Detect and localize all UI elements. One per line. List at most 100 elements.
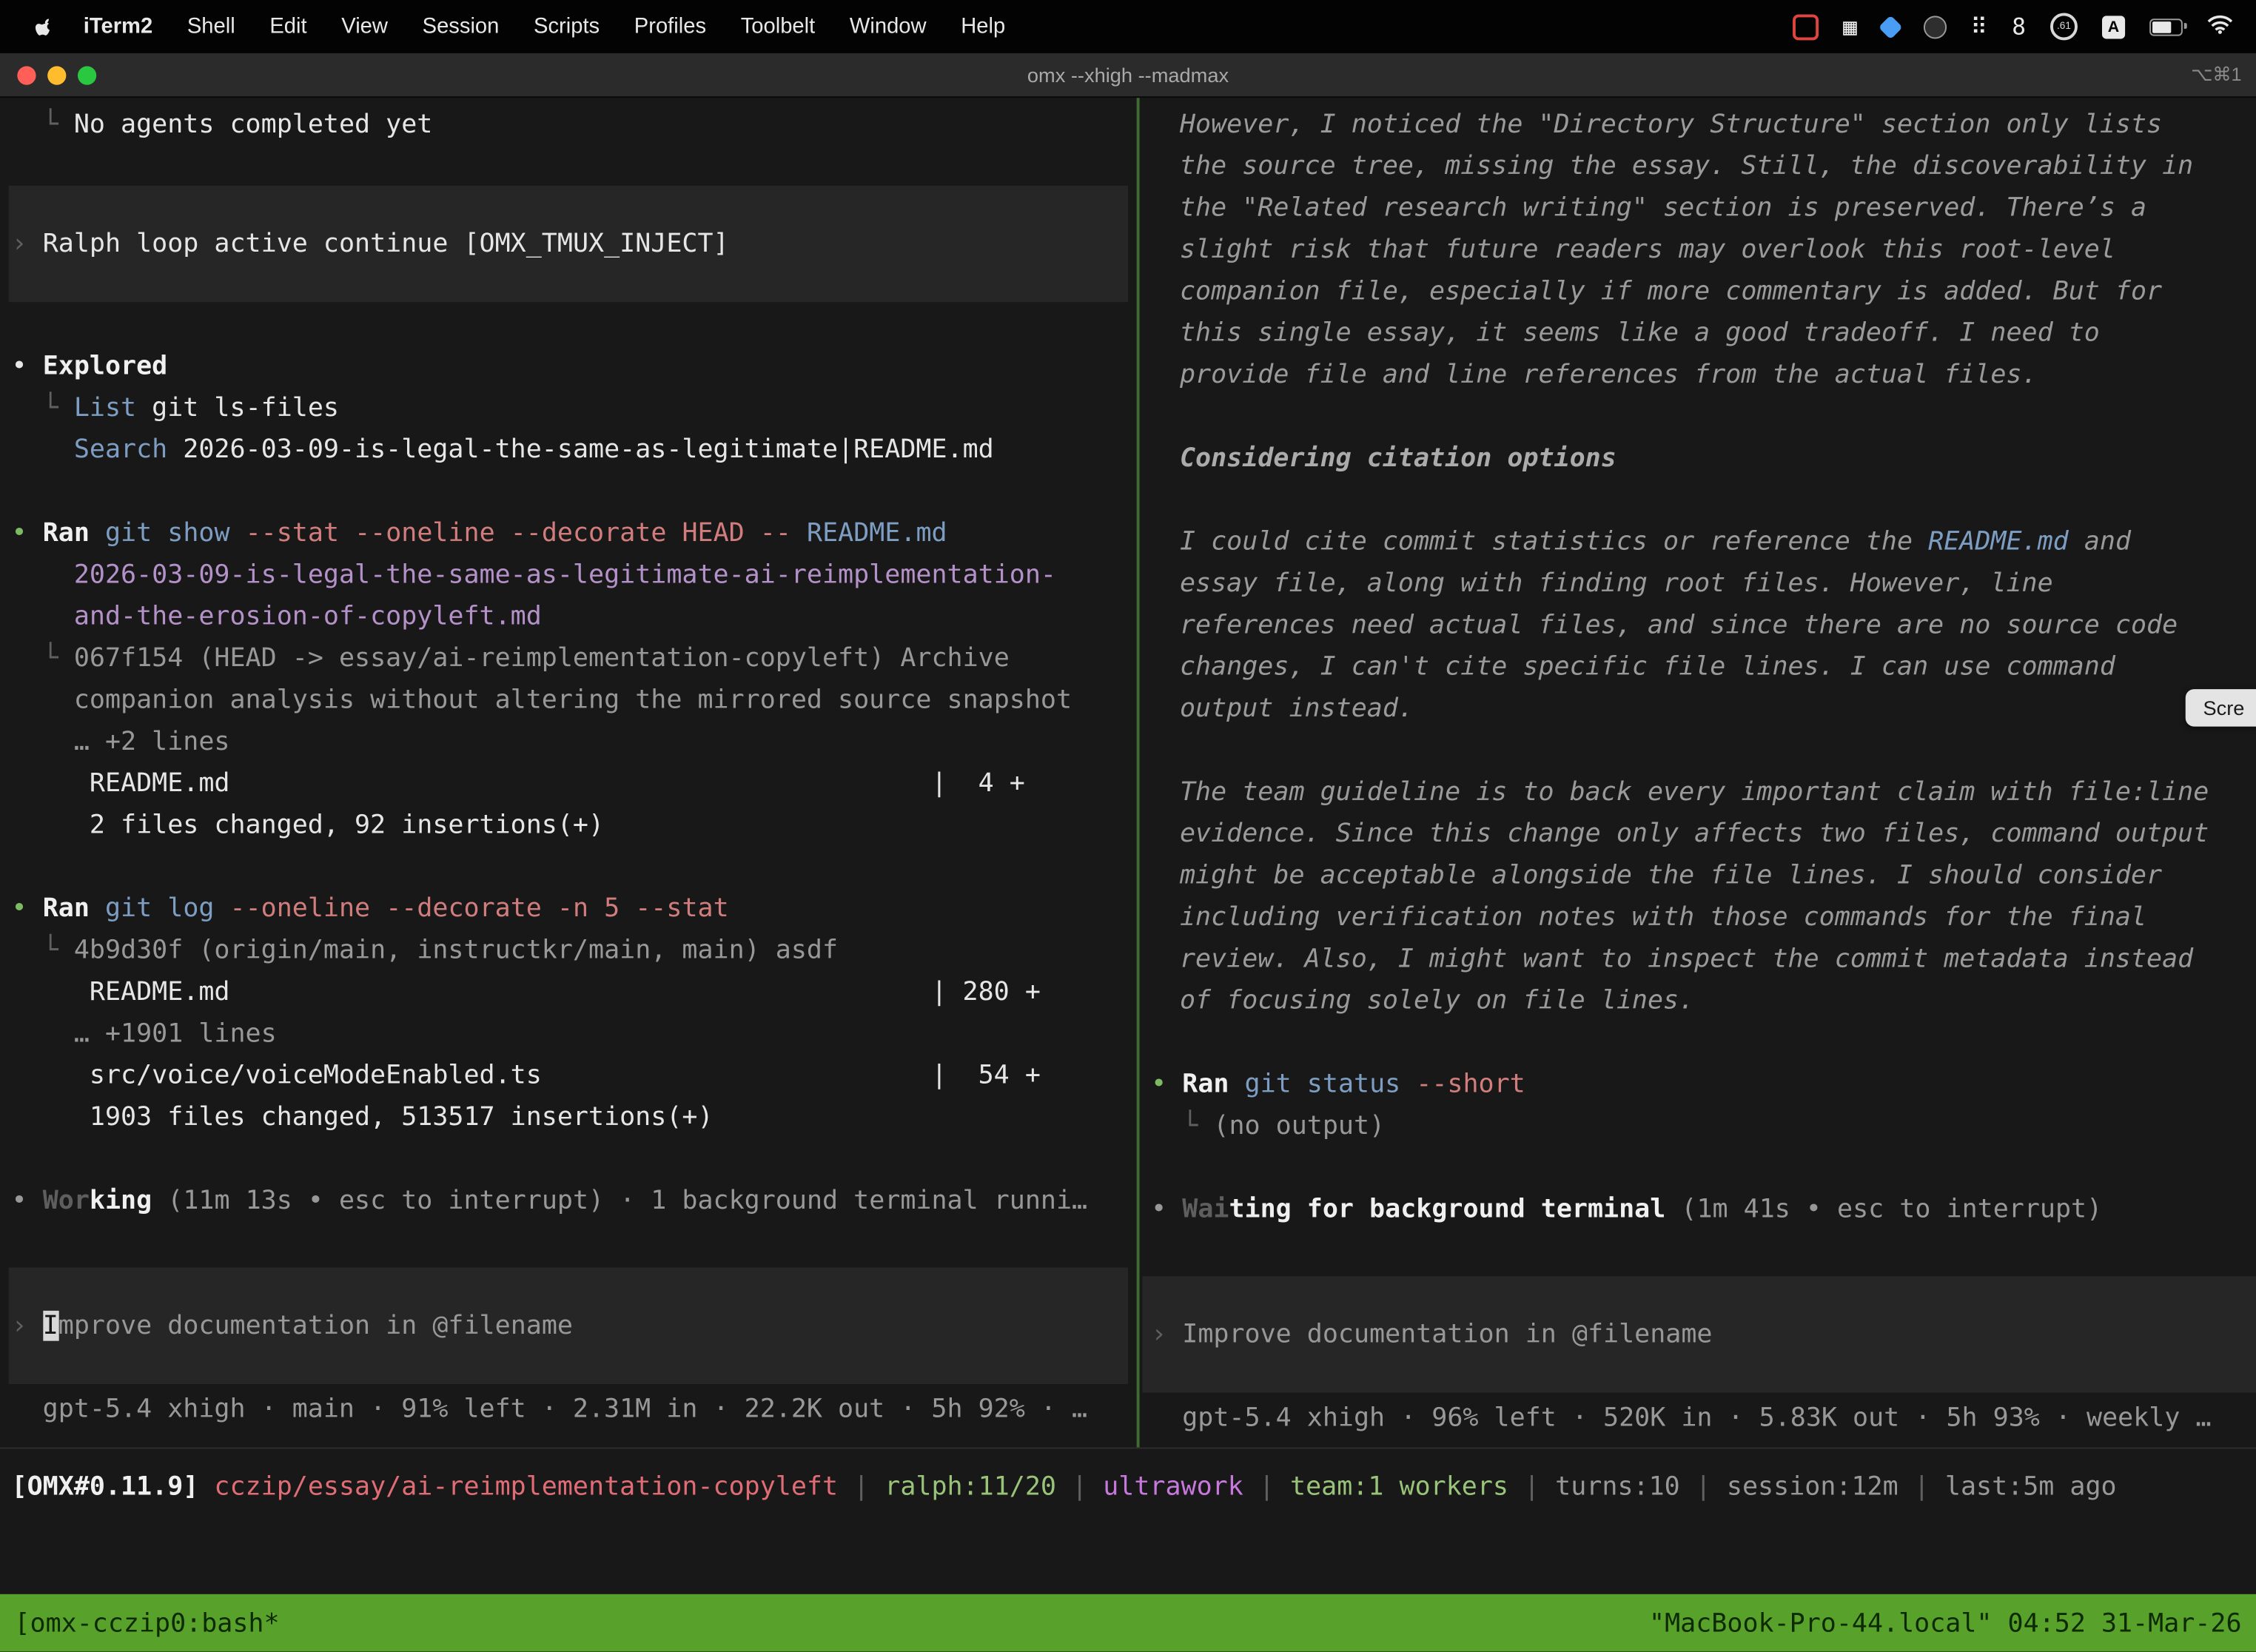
terminal-line: 2 files changed, 92 insertions(+) [12,805,1137,846]
input-source-icon[interactable]: A [2102,15,2125,38]
battery-icon[interactable] [2149,18,2183,35]
text-segment: Wor [43,1186,90,1216]
grid-icon[interactable]: ▦ [1843,13,1857,40]
dots-grid-icon[interactable]: ⠿ [1970,13,1987,40]
terminal-line: companion analysis without altering the … [12,679,1137,721]
menu-item-window[interactable]: Window [833,14,944,38]
text-segment: ralph:11/20 [884,1472,1056,1502]
tmux-session-label: [omx-cczip0:bash* [14,1602,279,1644]
terminal-line: output instead. [1151,688,2256,729]
text-segment: might be acceptable alongside the file l… [1180,860,2162,890]
text-segment: Ran [1182,1069,1244,1099]
text-segment: | [1508,1472,1555,1502]
minimize-button[interactable] [47,65,66,84]
terminal-line: README.md | 4 + [12,762,1137,804]
cpu-gauge-icon[interactable]: .61 [2050,13,2078,40]
text-segment: However, I noticed the "Directory Struct… [1180,110,2162,140]
left-terminal-pane[interactable]: └ No agents completed yet› Ralph loop ac… [0,98,1137,1447]
text-segment: I could cite commit statistics or refere… [1180,526,1928,557]
text-segment: I [43,1311,58,1341]
terminal-line: provide file and line references from th… [1151,354,2256,395]
text-segment: 067f154 (HEAD -> essay/ai-reimplementati… [74,643,1010,674]
text-segment: • [12,351,43,381]
text-segment: slight risk that future readers may over… [1180,235,2115,265]
menu-item-iterm2[interactable]: iTerm2 [66,14,169,38]
text-segment: … +2 lines [12,727,230,757]
text-segment: gpt-5.4 xhigh · 96% left · 520K in · 5.8… [1151,1403,2211,1433]
text-segment [12,685,74,715]
text-segment: Ralph loop active continue [OMX_TMUX_INJ… [43,229,729,259]
prompt-input[interactable]: › Ralph loop active continue [OMX_TMUX_I… [9,186,1128,302]
menu-item-view[interactable]: View [324,14,405,38]
terminal-line: … +1901 lines [12,1013,1137,1054]
text-segment [12,434,74,465]
macos-menu-bar: iTerm2ShellEditViewSessionScriptsProfile… [0,0,2256,53]
zoom-button[interactable] [78,65,96,84]
text-segment: The team guideline is to back every impo… [1180,777,2209,807]
text-segment: (11m 13s • esc to interrupt) · 1 backgro… [167,1186,1087,1216]
terminal-line: and-the-erosion-of-copyleft.md [12,596,1137,637]
menu-items: iTerm2ShellEditViewSessionScriptsProfile… [0,14,1023,38]
menu-item-session[interactable]: Session [405,14,516,38]
terminal-line: the source tree, missing the essay. Stil… [1151,145,2256,187]
wifi-icon[interactable] [2207,13,2233,39]
text-segment: this single essay, it seems like a good … [1180,318,2100,349]
terminal-line: • Explored [12,346,1137,387]
tmux-status-bar: [omx-cczip0:bash* "MacBook-Pro-44.local"… [0,1594,2256,1652]
bottom-spacer [0,1528,2256,1594]
terminal-line: └ 067f154 (HEAD -> essay/ai-reimplementa… [12,637,1137,679]
text-segment: --oneline --decorate -n 5 --stat [230,893,729,924]
text-segment: cczip/essay/ai-reimplementation-copyleft [214,1472,838,1502]
text-segment: mprove documentation in @filename [58,1311,573,1341]
terminal-line: gpt-5.4 xhigh · main · 91% left · 2.31M … [12,1389,1137,1430]
text-segment: 2026-03-09-is-legal-the-same-as-legitima… [183,434,993,465]
keypad-icon[interactable]: 8 [2012,13,2026,40]
screen-recording-icon[interactable] [1793,13,1819,39]
text-segment: HEAD -- [682,518,807,548]
text-segment: | [1680,1472,1727,1502]
menu-item-help[interactable]: Help [944,14,1023,38]
terminal-line: Considering citation options [1151,437,2256,479]
text-segment: └ [12,936,74,966]
menu-item-profiles[interactable]: Profiles [617,14,723,38]
text-segment: › [12,229,43,259]
prompt-input[interactable]: › Improve documentation in @filename [9,1268,1128,1384]
close-button[interactable] [17,65,36,84]
menu-item-scripts[interactable]: Scripts [517,14,617,38]
screen-share-tab[interactable]: Scre [2186,689,2256,727]
text-segment: session:12m [1727,1472,1899,1502]
terminal-line: companion file, especially if more comme… [1151,270,2256,312]
text-segment: ting for background terminal [1229,1194,1681,1224]
text-segment: git status [1245,1069,1417,1099]
terminal-line: slight risk that future readers may over… [1151,229,2256,270]
menu-item-shell[interactable]: Shell [170,14,252,38]
app-dark-icon[interactable] [1923,15,1946,38]
apple-menu-icon[interactable] [23,15,66,38]
text-segment: changes, I can't cite specific file line… [1180,652,2115,682]
terminal-line: changes, I can't cite specific file line… [1151,646,2256,688]
terminal-line: README.md | 280 + [12,971,1137,1013]
right-terminal-pane[interactable]: However, I noticed the "Directory Struct… [1140,98,2256,1447]
menu-item-edit[interactable]: Edit [252,14,324,38]
prompt-input[interactable]: › Improve documentation in @filename [1142,1276,2256,1392]
text-segment: … +1901 lines [12,1018,277,1049]
terminal-line: essay file, along with finding root file… [1151,563,2256,604]
text-segment: ultrawork [1103,1472,1243,1502]
app-blue-icon[interactable] [1878,14,1902,38]
screen: iTerm2ShellEditViewSessionScriptsProfile… [0,0,2256,1652]
text-segment: (1m 41s • esc to interrupt) [1681,1194,2102,1224]
text-segment: Explored [43,351,168,381]
text-segment [12,602,74,632]
text-segment: 1903 files changed, 513517 insertions(+) [12,1102,714,1132]
terminal-line: └ List git ls-files [12,387,1137,429]
text-segment: git ls-files [152,393,339,423]
text-segment: README.md | 4 + [12,768,1025,799]
terminal-line: • Working (11m 13s • esc to interrupt) ·… [12,1180,1137,1221]
terminal-line: gpt-5.4 xhigh · 96% left · 520K in · 5.8… [1151,1397,2256,1439]
terminal-line: • Ran git status --short [1151,1064,2256,1105]
terminal-line: 1903 files changed, 513517 insertions(+) [12,1096,1137,1138]
terminal-line: evidence. Since this change only affects… [1151,813,2256,854]
text-segment: List [74,393,152,423]
menu-item-toolbelt[interactable]: Toolbelt [723,14,832,38]
pane-split: └ No agents completed yet› Ralph loop ac… [0,98,2256,1447]
